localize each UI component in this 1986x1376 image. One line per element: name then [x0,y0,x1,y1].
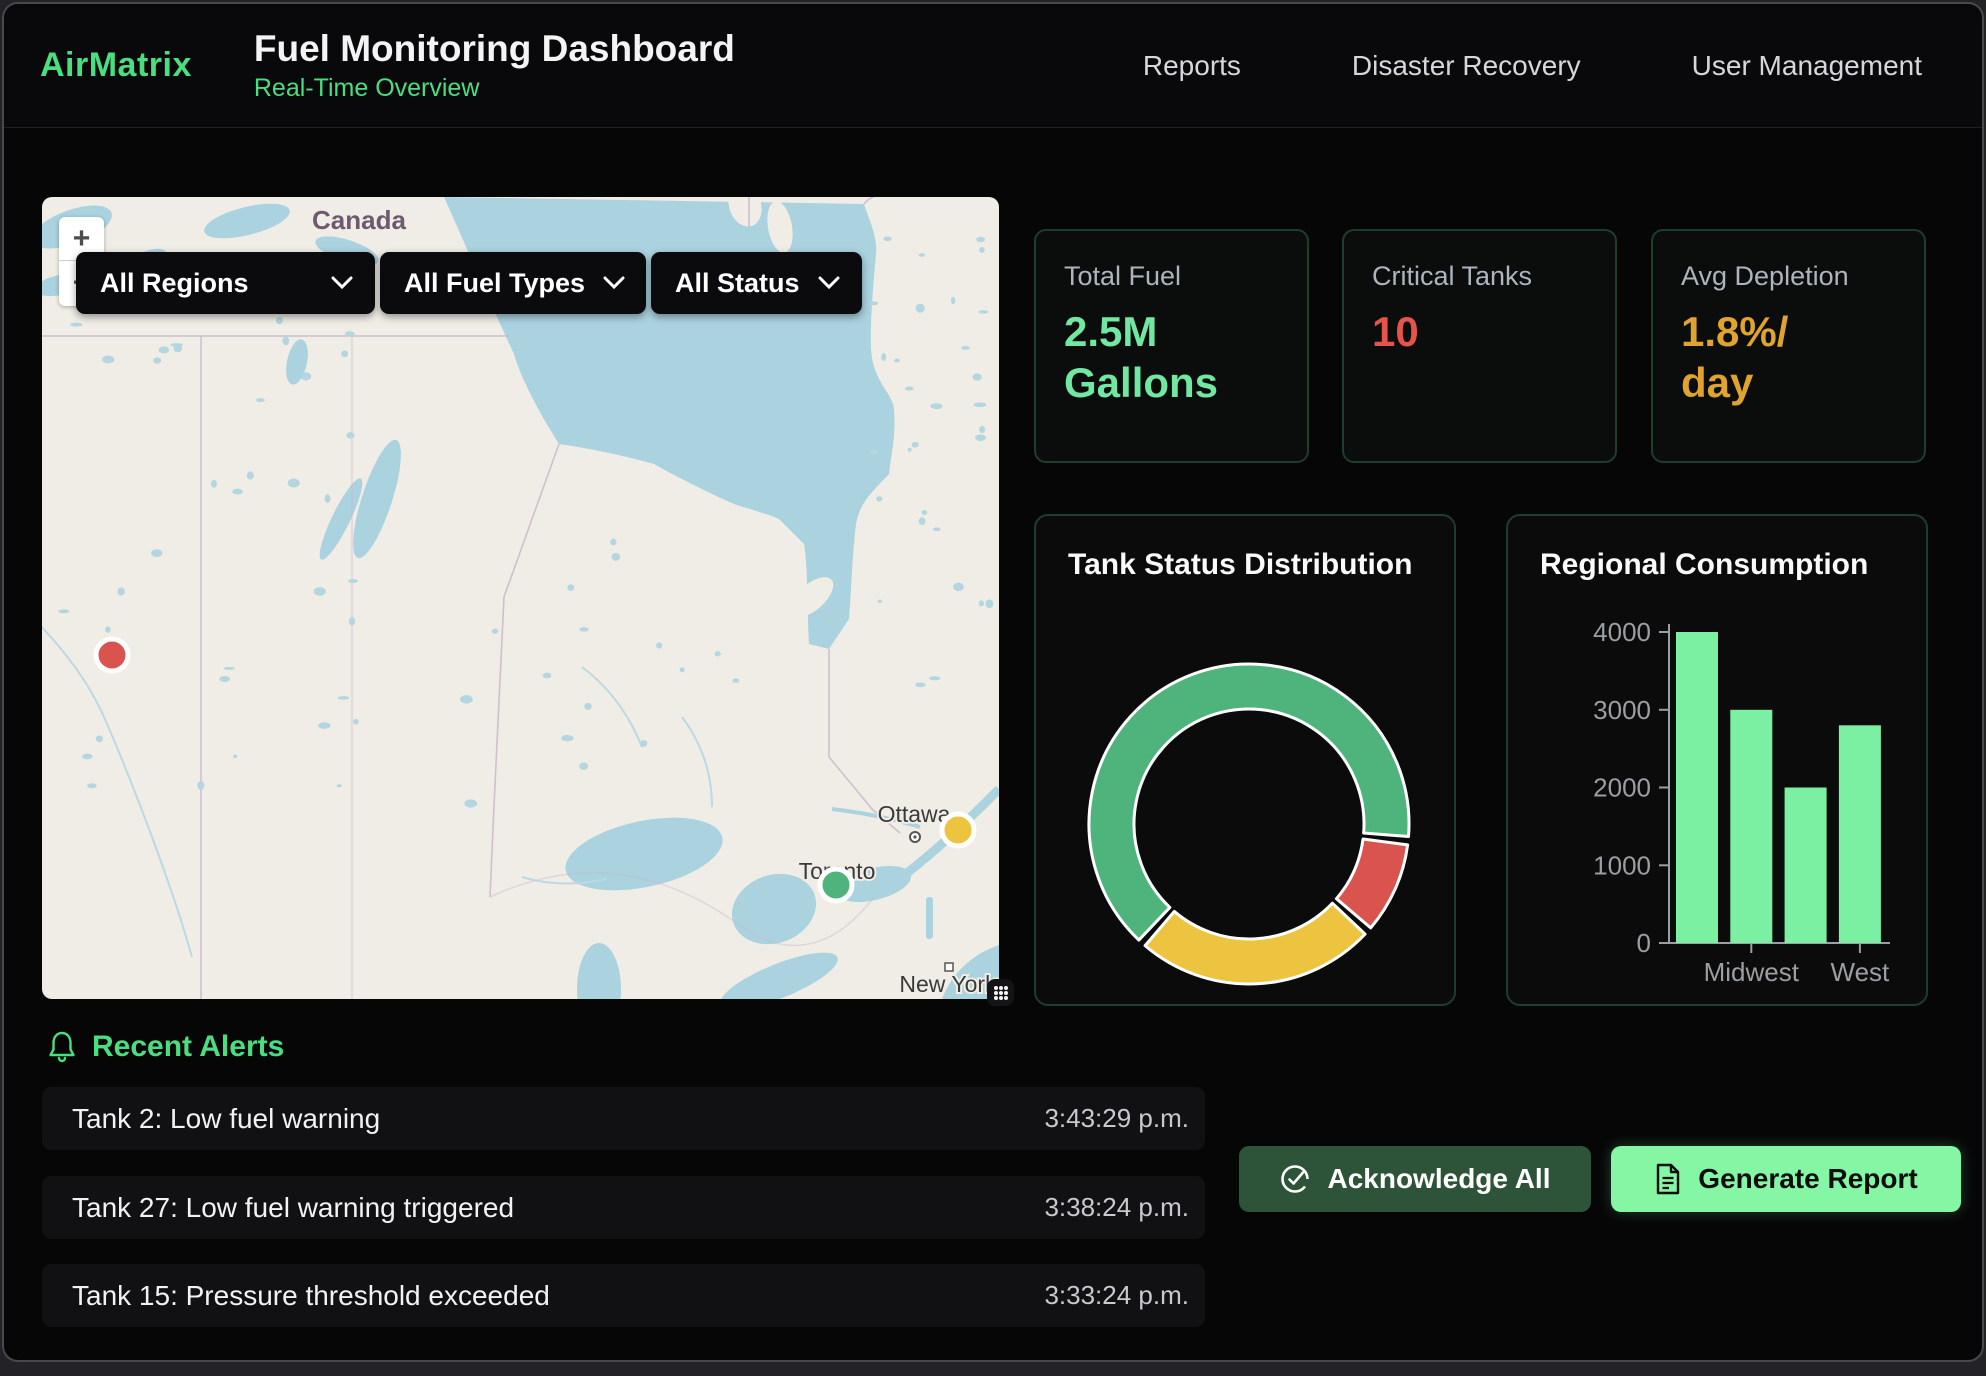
generate-report-label: Generate Report [1698,1163,1917,1195]
new-york-city-icon [945,963,953,971]
chevron-down-icon [331,276,353,290]
filter-fuel-types-value: All Fuel Types [404,268,585,299]
stat-card-total-fuel: Total Fuel 2.5M Gallons [1034,229,1309,463]
recent-alerts-header: Recent Alerts [46,1030,284,1064]
alert-row[interactable]: Tank 15: Pressure threshold exceeded 3:3… [42,1264,1205,1327]
filter-fuel-types-dropdown[interactable]: All Fuel Types [380,252,646,314]
app-header: AirMatrix Fuel Monitoring Dashboard Real… [4,4,1982,128]
stat-label: Critical Tanks [1372,261,1587,292]
bar-region-0 [1676,632,1718,943]
map-label-ottawa: Ottawa [878,801,951,827]
stat-card-avg-depletion: Avg Depletion 1.8%/ day [1651,229,1926,463]
filter-status-dropdown[interactable]: All Status [651,252,862,314]
alert-message: Tank 2: Low fuel warning [72,1103,380,1135]
map-label-canada: Canada [312,205,406,235]
chevron-down-icon [603,276,625,290]
page-title: Fuel Monitoring Dashboard [254,28,735,70]
stat-value-total-fuel: 2.5M Gallons [1064,306,1279,408]
stat-card-critical-tanks: Critical Tanks 10 [1342,229,1617,463]
stat-value-avg-depletion: 1.8%/ day [1681,306,1896,408]
stat-value-critical-tanks: 10 [1372,306,1587,357]
bar-region-1 [1730,710,1772,943]
tank-status-chart-card: Tank Status Distribution [1034,514,1456,1006]
stat-label: Total Fuel [1064,261,1279,292]
y-tick-label: 1000 [1593,850,1651,880]
check-circle-icon [1279,1163,1311,1195]
map-resize-grip[interactable] [987,979,1014,1006]
filter-status-value: All Status [675,268,800,299]
map-canvas: Canada Ottawa Toronto New York [42,197,999,999]
map-lake-michigan [577,943,621,999]
map-lake-superior [559,805,729,903]
alert-message: Tank 27: Low fuel warning triggered [72,1192,514,1224]
filter-regions-value: All Regions [100,268,249,299]
recent-alerts-title: Recent Alerts [92,1030,284,1064]
y-tick-label: 3000 [1593,695,1651,725]
stat-label: Avg Depletion [1681,261,1896,292]
alert-time: 3:38:24 p.m. [1044,1192,1189,1223]
page-subtitle: Real-Time Overview [254,74,735,103]
fuel-map[interactable]: Canada Ottawa Toronto New York + − All R… [42,197,999,999]
nav-reports[interactable]: Reports [1143,50,1241,82]
acknowledge-all-button[interactable]: Acknowledge All [1239,1146,1591,1212]
tank-marker-normal[interactable] [820,869,852,901]
donut-segment-critical [1336,839,1407,928]
regional-consumption-bar-chart: 0 1000 2000 3000 4000 Midwest West [1508,516,1928,1006]
regional-consumption-chart-title: Regional Consumption [1540,548,1868,582]
x-tick-label: West [1831,957,1891,987]
alert-time: 3:33:24 p.m. [1044,1280,1189,1311]
page-title-block: Fuel Monitoring Dashboard Real-Time Over… [254,28,735,103]
regional-consumption-chart-card: Regional Consumption 0 1000 2000 3000 4000 Mi… [1506,514,1928,1006]
y-tick-label: 0 [1637,928,1651,958]
alert-time: 3:43:29 p.m. [1044,1103,1189,1134]
main-nav: Reports Disaster Recovery User Managemen… [1143,50,1922,82]
bell-icon [46,1030,78,1064]
map-rivers [42,617,712,957]
document-icon [1654,1163,1682,1195]
filter-regions-dropdown[interactable]: All Regions [76,252,375,314]
map-lake-erie [714,942,844,999]
bar-region-2 [1785,788,1827,944]
nav-disaster-recovery[interactable]: Disaster Recovery [1352,50,1581,82]
tank-status-chart-title: Tank Status Distribution [1068,548,1412,582]
chevron-down-icon [818,276,840,290]
nav-user-management[interactable]: User Management [1692,50,1922,82]
donut-segment-warning [1145,903,1365,984]
alert-message: Tank 15: Pressure threshold exceeded [72,1280,550,1312]
tank-marker-warning[interactable] [942,814,974,846]
acknowledge-all-label: Acknowledge All [1327,1163,1550,1195]
alert-row[interactable]: Tank 27: Low fuel warning triggered 3:38… [42,1176,1205,1239]
brand-logo: AirMatrix [40,46,192,85]
bar-region-3 [1839,725,1881,943]
map-label-new-york: New York [899,971,997,997]
y-tick-label: 4000 [1593,617,1651,647]
tank-marker-critical[interactable] [96,639,128,671]
y-tick-label: 2000 [1593,773,1651,803]
x-tick-label: Midwest [1704,957,1800,987]
dashboard-window: AirMatrix Fuel Monitoring Dashboard Real… [2,2,1984,1362]
generate-report-button[interactable]: Generate Report [1611,1146,1961,1212]
tank-status-donut-chart [1036,516,1456,1006]
alert-row[interactable]: Tank 2: Low fuel warning 3:43:29 p.m. [42,1087,1205,1150]
